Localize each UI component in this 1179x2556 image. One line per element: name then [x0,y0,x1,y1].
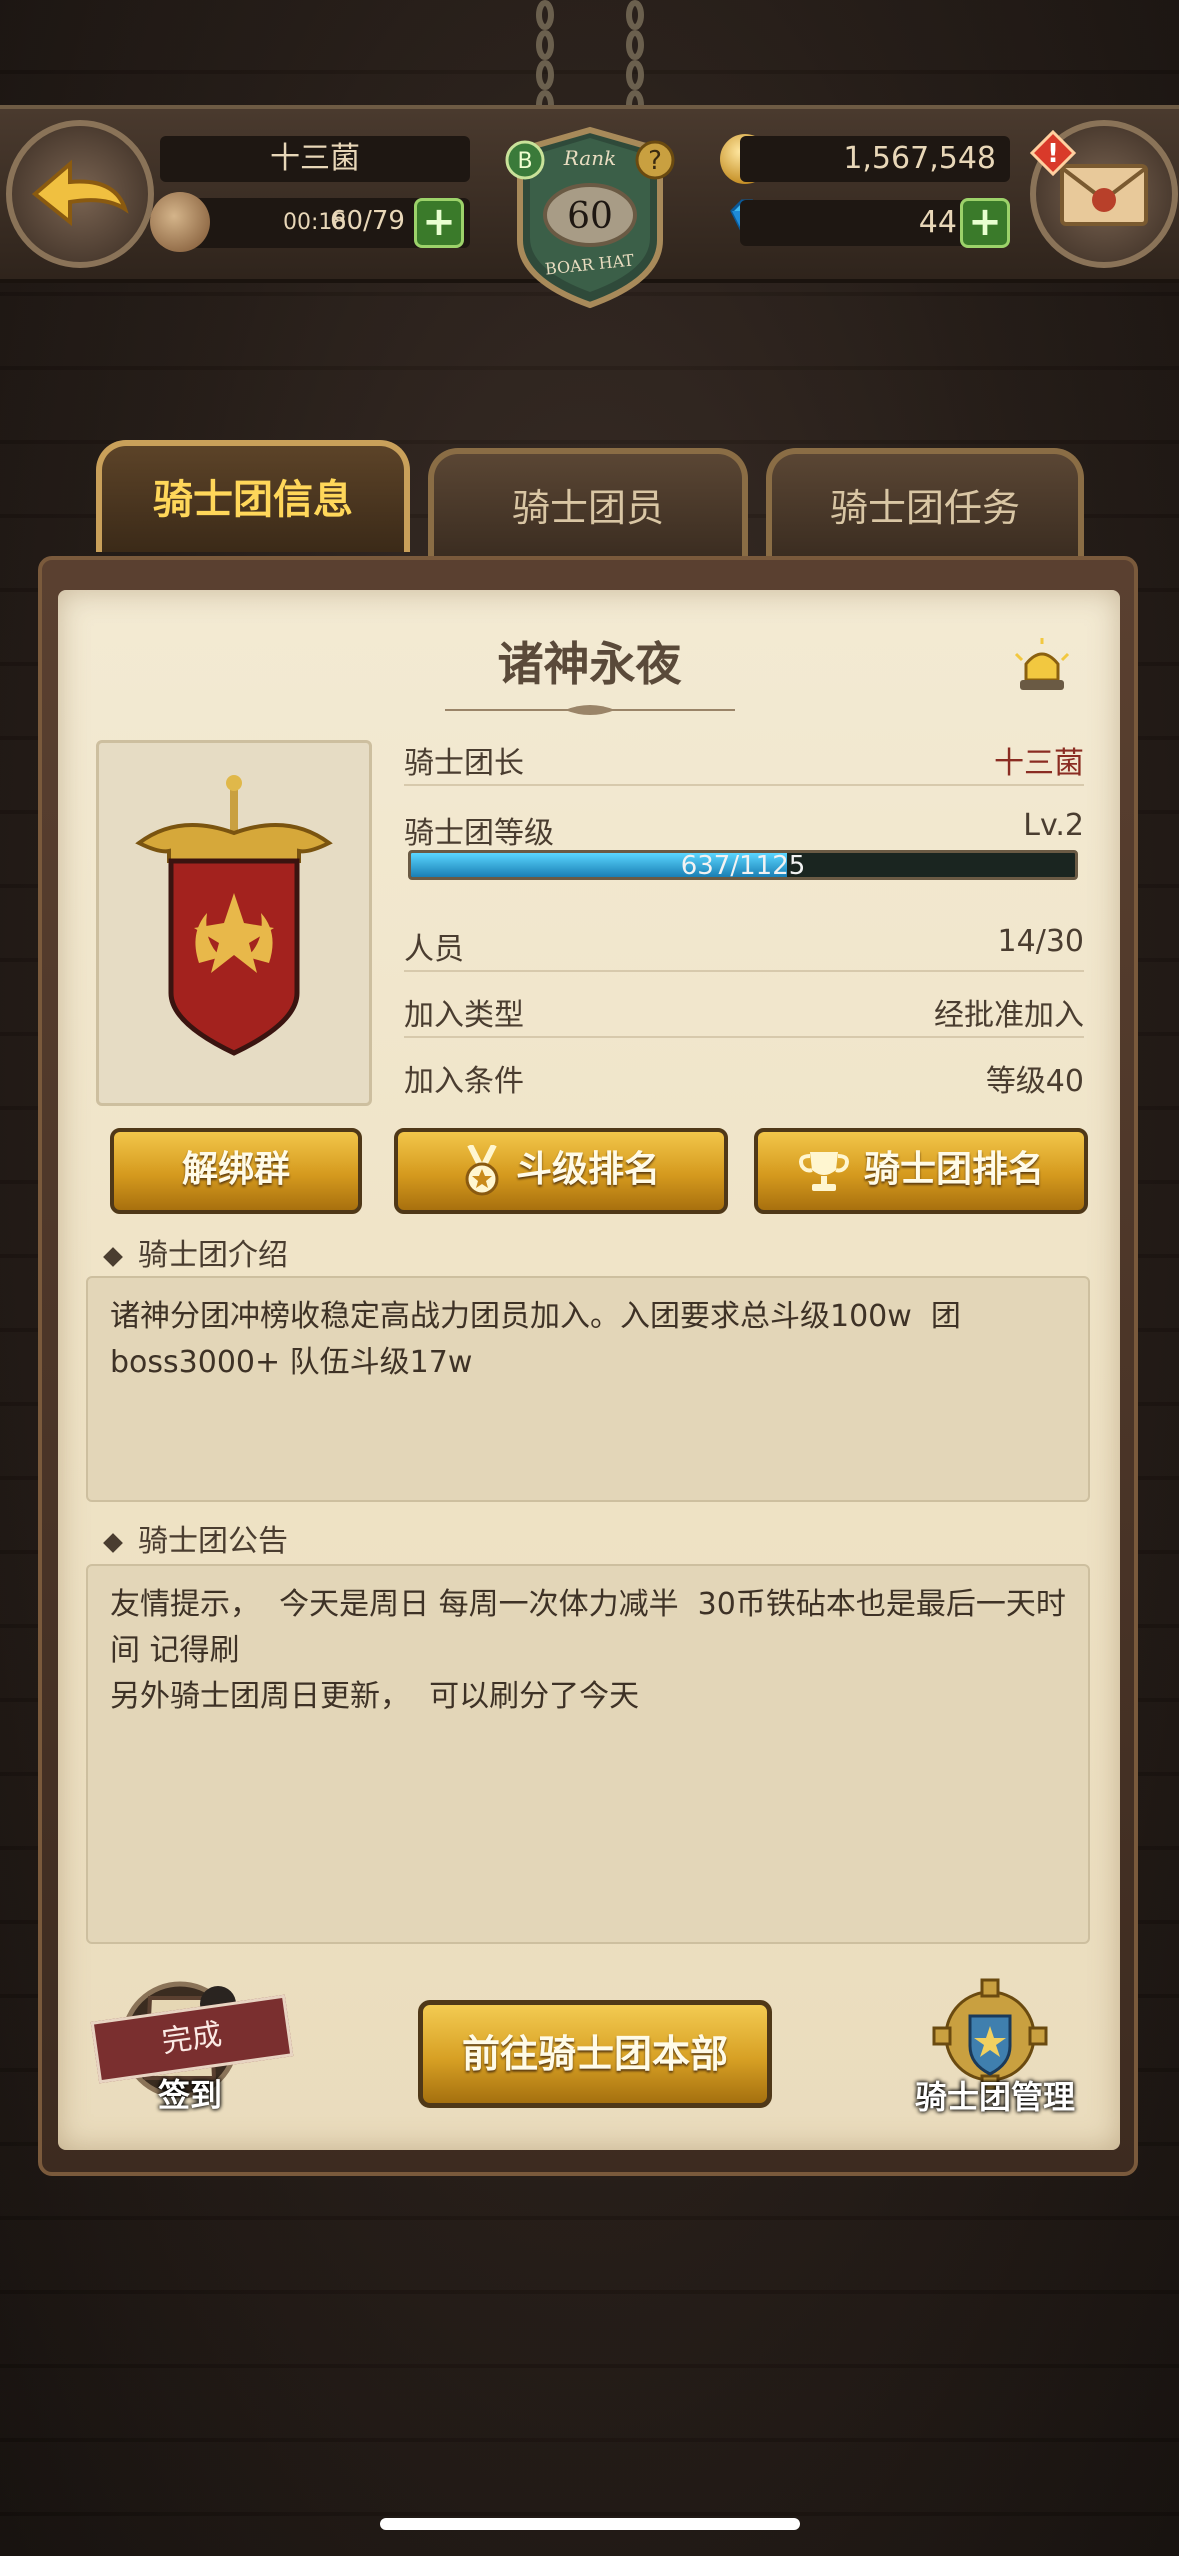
add-gems-button[interactable]: + [960,198,1010,248]
members-value: 14/30 [997,924,1084,959]
stamina-icon [150,192,210,252]
info-row-join-type: 加入类型 经批准加入 [404,978,1084,1038]
guild-exp-bar: 637/1125 [408,850,1078,880]
level-value: Lv.2 [1023,808,1084,843]
intro-text: 诸神分团冲榜收稳定高战力团员加入。入团要求总斗级100w 团boss3000+ … [86,1276,1090,1502]
title-ornament [445,705,735,715]
notice-title: 骑士团公告 [138,1524,288,1559]
stamina-value: 60/79 [330,206,405,236]
guild-rank-label: 骑士团排名 [863,1149,1044,1190]
guild-exp-text: 637/1125 [680,851,806,880]
notice-heading: 骑士团公告 [103,1516,288,1560]
guild-manage-label[interactable]: 骑士团管理 [880,2072,1110,2118]
tab-guild-info[interactable]: 骑士团信息 [96,440,410,552]
battle-rank-button[interactable]: 斗级排名 [394,1128,728,1214]
checkin-label[interactable]: 签到 [130,2070,250,2116]
level-label: 骑士团等级 [404,816,554,851]
diamond-bullet-icon [103,1246,123,1267]
trophy-icon [798,1152,849,1191]
svg-text:!: ! [1047,139,1059,169]
unbind-group-button[interactable]: 解绑群 [110,1128,362,1214]
rank-badge[interactable]: B ? Rank 60 BOAR HAT [500,120,680,310]
go-guild-hq-button[interactable]: 前往骑士团本部 [418,2000,772,2108]
add-stamina-button[interactable]: + [414,198,464,248]
join-condition-label: 加入条件 [404,1064,524,1099]
info-row-members: 人员 14/30 [404,912,1084,972]
intro-title: 骑士团介绍 [138,1238,288,1273]
info-row-join-condition: 加入条件 等级40 [404,1044,1084,1102]
gem-amount: 441 [740,200,990,246]
diamond-bullet-icon [103,1532,123,1553]
leader-label: 骑士团长 [404,746,524,781]
player-name: 十三菌 [160,136,470,182]
rank-label: Rank [563,146,616,170]
tab-guild-tasks[interactable]: 骑士团任务 [766,448,1084,560]
info-row-level: 骑士团等级 Lv.2 [404,796,1084,851]
notice-text: 友情提示， 今天是周日 每周一次体力减半 30币铁砧本也是最后一天时间 记得刷 … [86,1564,1090,1944]
join-condition-value: 等级40 [985,1064,1084,1099]
alarm-bell-icon[interactable] [1010,636,1074,700]
info-row-leader: 骑士团长 十三菌 [404,726,1084,786]
members-label: 人员 [404,932,464,967]
gold-amount: 1,567,548 [740,136,1010,182]
back-arrow-icon [31,159,129,227]
battle-rank-label: 斗级排名 [515,1149,660,1190]
home-indicator[interactable] [380,2518,800,2530]
guild-emblem[interactable] [96,740,372,1106]
medal-icon [465,1145,499,1196]
intro-heading: 骑士团介绍 [103,1230,288,1274]
tab-guild-members[interactable]: 骑士团员 [428,448,748,560]
help-icon[interactable]: ? [648,146,662,176]
guild-rank-button[interactable]: 骑士团排名 [754,1128,1088,1214]
rank-tier: B [517,149,532,174]
back-button[interactable] [6,120,154,268]
alert-icon: ! [1030,130,1076,176]
rank-value: 60 [567,196,613,237]
join-type-label: 加入类型 [404,998,524,1033]
guild-name: 诸神永夜 [497,637,682,691]
unbind-group-label: 解绑群 [181,1149,290,1190]
shield-banner-icon [135,775,333,1056]
join-type-value: 经批准加入 [934,998,1084,1033]
leader-value: 十三菌 [994,746,1084,781]
